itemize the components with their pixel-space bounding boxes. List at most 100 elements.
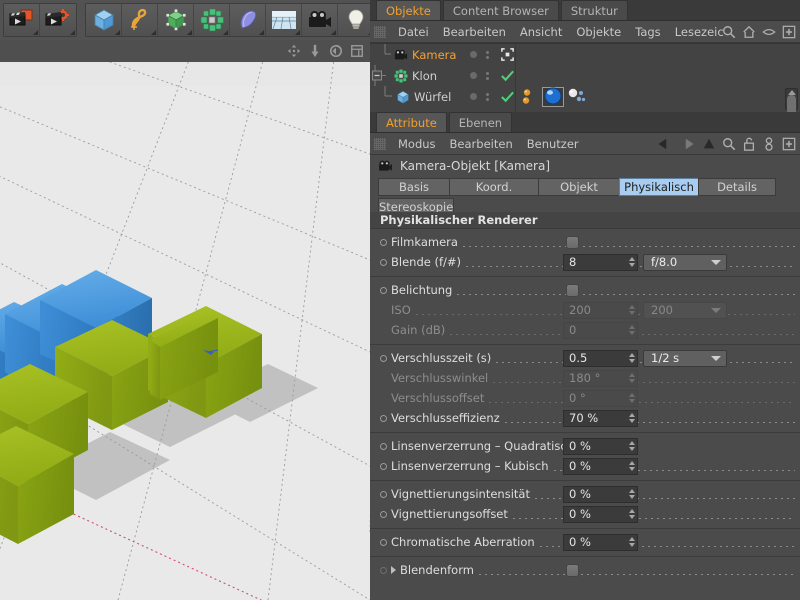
forward-arrow-icon[interactable] [679,137,696,151]
visibility-dots[interactable] [470,86,489,107]
visibility-dots[interactable] [470,44,489,65]
tab-attribute[interactable]: Attribute [376,112,447,132]
render-visibility-dots[interactable] [486,71,489,80]
link-icon[interactable] [762,137,776,151]
checkbox-filmkamera[interactable] [566,235,579,249]
row-filmkamera[interactable]: Filmkamera [370,232,800,252]
object-name-kamera[interactable]: Kamera [412,48,456,62]
stepper-chromatische-aberration[interactable] [629,537,635,547]
tab-details[interactable]: Details [698,178,776,196]
cube-object-icon[interactable] [396,90,410,104]
3d-viewport[interactable] [0,62,370,600]
object-tree-scrollbar[interactable] [785,88,798,130]
stepper-linsenverzerrung-quadratisch[interactable] [629,441,635,451]
animate-dot-icon[interactable] [380,286,387,294]
row-linsenverzerrung-kubisch[interactable]: Linsenverzerrung – Kubisch 0 % [370,456,800,476]
render-view-button[interactable] [4,4,40,36]
scale-icon[interactable] [308,44,322,58]
animate-dot-icon[interactable] [380,462,387,470]
home-icon[interactable] [742,25,756,39]
tree-expand-toggle[interactable] [372,65,392,86]
table-row[interactable]: Würfel [370,86,800,107]
enabled-check-icon[interactable] [500,89,515,104]
animate-dot-icon[interactable] [380,490,387,498]
input-linsenverzerrung-kubisch[interactable]: 0 % [563,457,638,475]
panel-grip[interactable] [374,25,386,38]
camera-active-marker-icon[interactable] [500,47,515,62]
up-arrow-icon[interactable] [702,137,716,151]
table-row[interactable]: Kamera [370,44,800,65]
checkbox-belichtung[interactable] [566,283,579,297]
menu-ansicht[interactable]: Ansicht [513,21,569,43]
spline-button[interactable] [122,4,158,36]
row-chromatische-aberration[interactable]: Chromatische Aberration 0 % [370,532,800,552]
search-icon[interactable] [722,25,736,39]
object-name-klon[interactable]: Klon [412,69,437,83]
tab-struktur[interactable]: Struktur [560,0,628,20]
tab-koord[interactable]: Koord. [449,178,539,196]
material-blue-tag[interactable] [542,86,564,107]
tab-physikalisch[interactable]: Physikalisch [619,178,699,196]
row-belichtung[interactable]: Belichtung [370,280,800,300]
eye-icon[interactable] [762,25,776,39]
input-vignettierungsoffset[interactable]: 0 % [563,505,638,523]
animate-dot-icon[interactable] [380,354,387,362]
table-row[interactable]: Klon [370,65,800,86]
animate-dot-icon[interactable] [380,538,387,546]
animate-dot-icon[interactable] [380,238,387,246]
checkbox-blendenform[interactable] [566,563,579,577]
stepper-verschlusszeit[interactable] [629,353,635,363]
tab-basis[interactable]: Basis [378,178,450,196]
tab-objekt[interactable]: Objekt [538,178,620,196]
row-blende[interactable]: Blende (f/#) 8 f/8.0 [370,252,800,272]
row-verschlusszeit[interactable]: Verschlusszeit (s) 0.5 1/2 s [370,348,800,368]
nurbs-button[interactable] [158,4,194,36]
menu-objekte[interactable]: Objekte [569,21,628,43]
row-linsenverzerrung-quadratisch[interactable]: Linsenverzerrung – Quadratisch 0 % [370,436,800,456]
animate-dot-icon[interactable] [380,510,387,518]
tab-ebenen[interactable]: Ebenen [448,112,513,132]
editor-visibility-dot[interactable] [470,72,477,79]
material-orange-tag[interactable] [522,88,539,106]
input-vignettierungsintensitaet[interactable]: 0 % [563,485,638,503]
enabled-check-icon[interactable] [500,68,515,83]
object-name-wuerfel[interactable]: Würfel [414,90,451,104]
editor-visibility-dot[interactable] [470,51,477,58]
menu-modus[interactable]: Modus [391,133,443,155]
animate-dot-icon[interactable] [380,414,387,422]
rotate-icon[interactable] [329,44,343,58]
input-verschlusszeit[interactable]: 0.5 [563,349,638,367]
input-blende[interactable]: 8 [563,253,638,271]
scene-button[interactable] [266,4,302,36]
render-visibility-dots[interactable] [486,92,489,101]
menu-benutzer[interactable]: Benutzer [520,133,586,155]
move-icon[interactable] [287,44,301,58]
camera-button[interactable] [302,4,338,36]
input-verschlusseffizienz[interactable]: 70 % [563,409,638,427]
dropdown-blende-preset[interactable]: f/8.0 [643,253,727,271]
editor-visibility-dot[interactable] [470,93,477,100]
dropdown-verschlusszeit-preset[interactable]: 1/2 s [643,349,727,367]
input-chromatische-aberration[interactable]: 0 % [563,533,638,551]
array-button[interactable] [194,4,230,36]
row-vignettierungsintensitaet[interactable]: Vignettierungsintensität 0 % [370,484,800,504]
row-blendenform[interactable]: Blendenform [370,560,800,580]
visibility-dots[interactable] [470,65,489,86]
stepper-vignettierungsintensitaet[interactable] [629,489,635,499]
plus-box-icon[interactable] [782,137,796,151]
cube-button[interactable] [86,4,122,36]
tab-objekte[interactable]: Objekte [376,0,441,20]
menu-tags[interactable]: Tags [628,21,667,43]
row-verschlusseffizienz[interactable]: Verschlusseffizienz 70 % [370,408,800,428]
plus-box-icon[interactable] [782,25,796,39]
menu-bearbeiten[interactable]: Bearbeiten [436,21,513,43]
light-button[interactable] [338,4,374,36]
search-icon[interactable] [722,137,736,151]
render-settings-button[interactable] [40,4,76,36]
cloner-object-icon[interactable] [394,68,408,83]
deformer-button[interactable] [230,4,266,36]
stepper-blende[interactable] [629,257,635,267]
stepper-vignettierungsoffset[interactable] [629,509,635,519]
camera-view-icon[interactable] [350,44,364,58]
animate-dot-icon[interactable] [380,442,387,450]
